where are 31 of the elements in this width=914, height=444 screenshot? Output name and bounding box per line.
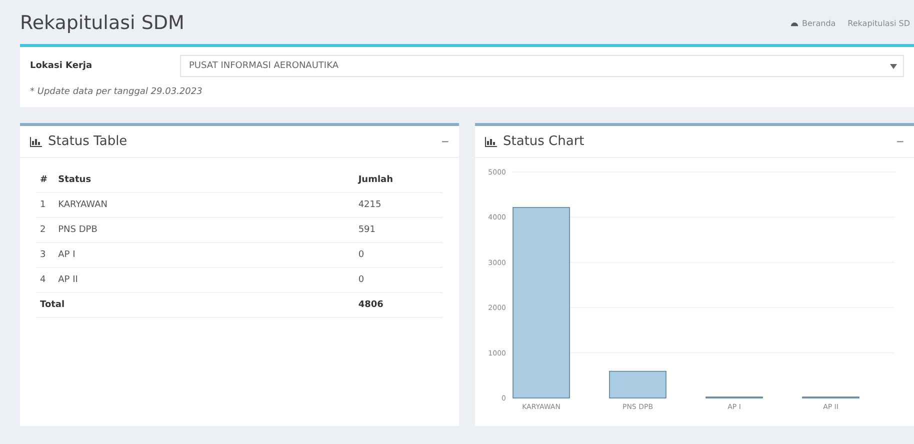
table-cell: 0 <box>354 242 443 268</box>
breadcrumb-link[interactable]: Rekapitulasi SD <box>848 18 910 28</box>
table-cell: 4 <box>36 268 54 292</box>
table-cell: 0 <box>354 268 443 292</box>
table-cell: 4215 <box>354 192 443 218</box>
card-title: Status Table <box>48 134 128 149</box>
table-cell: KARYAWAN <box>54 192 354 218</box>
column-header: Status <box>54 168 354 192</box>
page-title: Rekapitulasi SDM <box>20 12 184 34</box>
table-cell: AP II <box>54 268 354 292</box>
bar-chart-icon <box>30 136 42 146</box>
total-label: Total <box>36 292 354 318</box>
update-note: * Update data per tanggal 29.03.2023 <box>30 87 204 97</box>
table-cell: 3 <box>36 242 54 268</box>
caret-icon <box>890 64 897 68</box>
collapse-button[interactable]: − <box>896 134 904 149</box>
table-cell: AP I <box>54 242 354 268</box>
location-dropdown[interactable]: PUSAT INFORMASI AERONAUTIKA <box>180 55 904 77</box>
table-cell: 1 <box>36 192 54 218</box>
bar-chart-icon <box>485 136 497 146</box>
breadcrumb-link[interactable]: Beranda <box>802 18 836 28</box>
column-header: # <box>36 168 54 192</box>
card-title: Status Chart <box>503 134 584 149</box>
total-value: 4806 <box>354 292 443 318</box>
chart-bar <box>609 370 666 398</box>
field-label: Lokasi Kerja <box>30 61 94 71</box>
table-cell: PNS DPB <box>54 218 354 242</box>
table-cell: 591 <box>354 218 443 242</box>
table-cell: 2 <box>36 218 54 242</box>
column-header: Jumlah <box>354 168 443 192</box>
collapse-button[interactable]: − <box>441 134 449 149</box>
